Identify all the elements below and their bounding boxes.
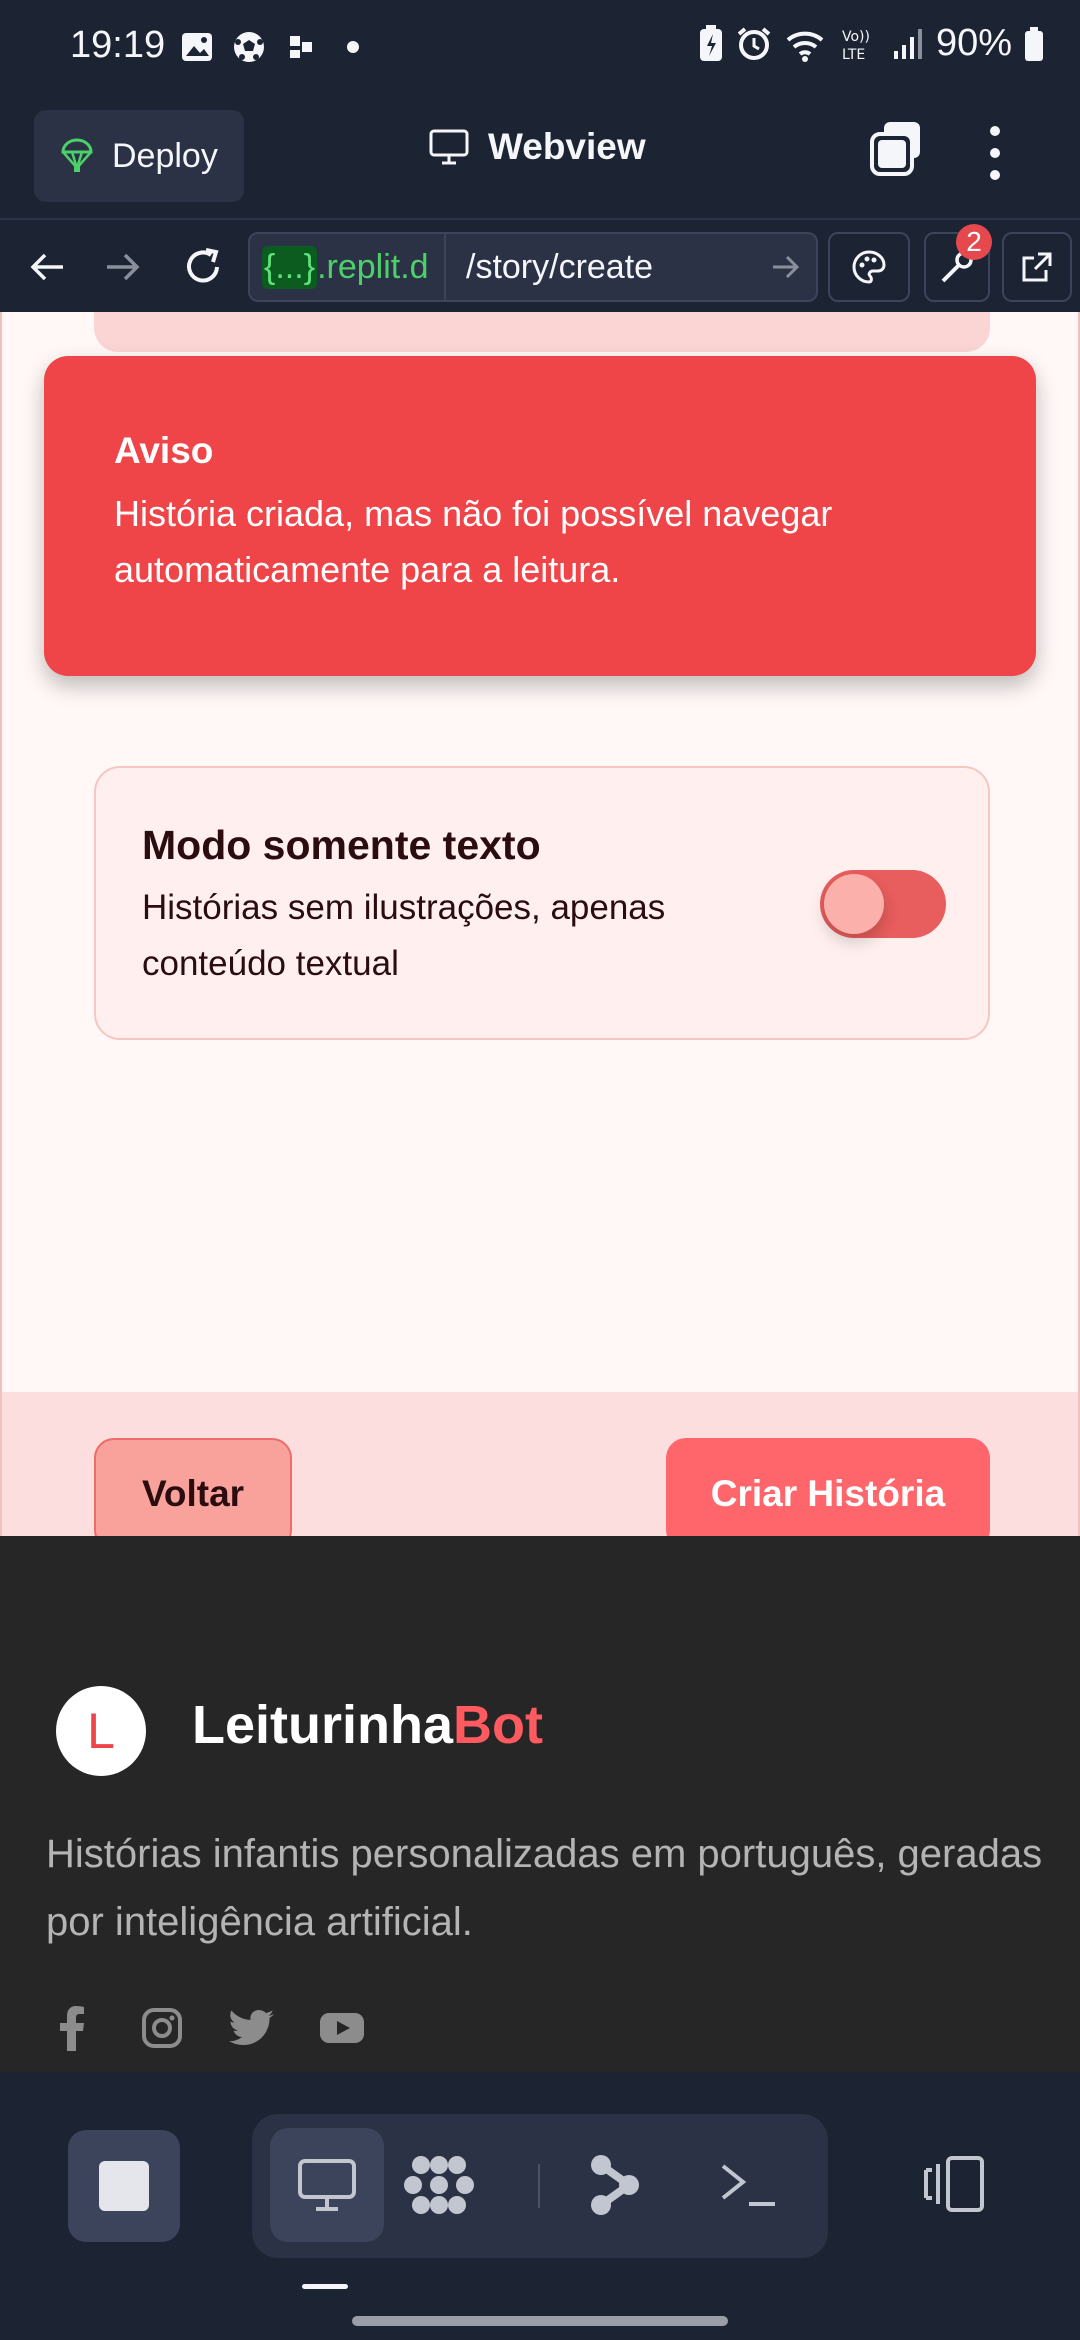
svg-text:Vo)): Vo)): [842, 29, 870, 45]
go-arrow-icon[interactable]: [756, 254, 816, 280]
url-host-braces: {...}: [262, 245, 318, 289]
brand-logo: L: [56, 1686, 146, 1776]
webview-title: Webview: [428, 126, 646, 168]
replit-bottom-bar: [0, 2072, 1080, 2340]
toast-message: História criada, mas não foi possível na…: [114, 493, 833, 590]
deploy-button[interactable]: Deploy: [34, 110, 244, 202]
external-link-icon: [1022, 252, 1052, 282]
forward-arrow-icon[interactable]: [98, 242, 148, 292]
terminal-icon: [721, 2164, 775, 2206]
tabs-switcher-icon[interactable]: [866, 118, 926, 178]
battery-saver-icon: [699, 24, 722, 61]
battery-icon: [1025, 26, 1043, 61]
url-host-domain: .replit.d: [317, 247, 429, 286]
deploy-parachute-icon: [61, 138, 93, 173]
tool-tabs: [252, 2114, 828, 2258]
text-mode-description: Histórias sem ilustrações, apenas conteú…: [142, 888, 666, 983]
previous-field: [94, 312, 990, 352]
brand-name: LeiturinhaBot: [192, 1694, 543, 1756]
warning-toast[interactable]: Aviso História criada, mas não foi possí…: [44, 356, 1036, 676]
notification-icons: [180, 30, 370, 64]
brand-primary: Leiturinha: [192, 1695, 454, 1755]
gallery-icon: [182, 33, 212, 61]
brand-accent: Bot: [453, 1695, 543, 1755]
gesture-bar[interactable]: [352, 2316, 728, 2326]
monitor-icon: [298, 2159, 356, 2211]
stop-button[interactable]: [68, 2130, 180, 2242]
signal-icon: [893, 28, 922, 59]
status-bar: 19:19 Vo)) LTE 90%: [0, 0, 1080, 96]
battery-percent: 90%: [935, 22, 1012, 64]
monitor-icon: [429, 129, 469, 165]
stop-icon: [99, 2161, 149, 2211]
text-mode-toggle[interactable]: [820, 870, 946, 938]
tab-agent[interactable]: [382, 2128, 496, 2242]
url-host: {...} .replit.d: [250, 234, 446, 300]
dot-icon: [347, 41, 359, 53]
instagram-icon[interactable]: [138, 2004, 186, 2052]
alarm-icon: [737, 26, 771, 60]
tab-webview[interactable]: [270, 2128, 384, 2242]
url-bar: {...} .replit.d /story/create: [0, 218, 1080, 312]
footer-description: Histórias infantis personalizadas em por…: [46, 1832, 1043, 1944]
theme-palette-button[interactable]: [828, 232, 910, 302]
tab-shell[interactable]: [692, 2128, 806, 2242]
soccer-ball-icon: [234, 32, 264, 62]
tab-git[interactable]: [556, 2128, 670, 2242]
create-story-button[interactable]: Criar História: [666, 1438, 990, 1550]
reload-icon[interactable]: [178, 242, 228, 292]
replit-header: Deploy Webview: [0, 96, 1080, 218]
back-button[interactable]: Voltar: [94, 1438, 292, 1550]
deploy-label: Deploy: [112, 136, 218, 175]
app-icon: [290, 36, 312, 58]
back-arrow-icon[interactable]: [22, 242, 72, 292]
url-path[interactable]: /story/create: [446, 248, 756, 287]
social-links: [48, 2004, 366, 2052]
toggle-knob: [824, 874, 884, 934]
status-right: Vo)) LTE 90%: [698, 22, 1044, 65]
wifi-icon: [786, 31, 824, 62]
text-mode-option: Modo somente texto Histórias sem ilustra…: [94, 766, 990, 1040]
url-field[interactable]: {...} .replit.d /story/create: [248, 232, 818, 302]
twitter-icon[interactable]: [228, 2004, 276, 2052]
youtube-icon[interactable]: [318, 2004, 366, 2052]
status-time: 19:19: [70, 24, 166, 66]
tab-divider: [538, 2164, 540, 2208]
more-options-icon[interactable]: [980, 120, 1010, 190]
open-external-button[interactable]: [1002, 232, 1072, 302]
device-preview-icon[interactable]: [920, 2156, 986, 2212]
notification-badge: 2: [956, 224, 992, 260]
volte-icon: Vo)) LTE: [842, 29, 870, 62]
svg-text:LTE: LTE: [842, 47, 865, 62]
webview-label: Webview: [488, 126, 646, 167]
git-branch-icon: [591, 2155, 639, 2215]
site-footer: L LeiturinhaBot Histórias infantis perso…: [0, 1536, 1080, 2072]
facebook-icon[interactable]: [48, 2004, 96, 2052]
text-mode-title: Modo somente texto: [142, 822, 541, 868]
agent-cluster-icon: [404, 2156, 474, 2214]
active-tab-indicator: [302, 2284, 348, 2289]
palette-icon: [852, 250, 886, 284]
toast-title: Aviso: [114, 430, 214, 471]
webview-content: Modo somente texto Histórias sem ilustra…: [0, 312, 1080, 2072]
